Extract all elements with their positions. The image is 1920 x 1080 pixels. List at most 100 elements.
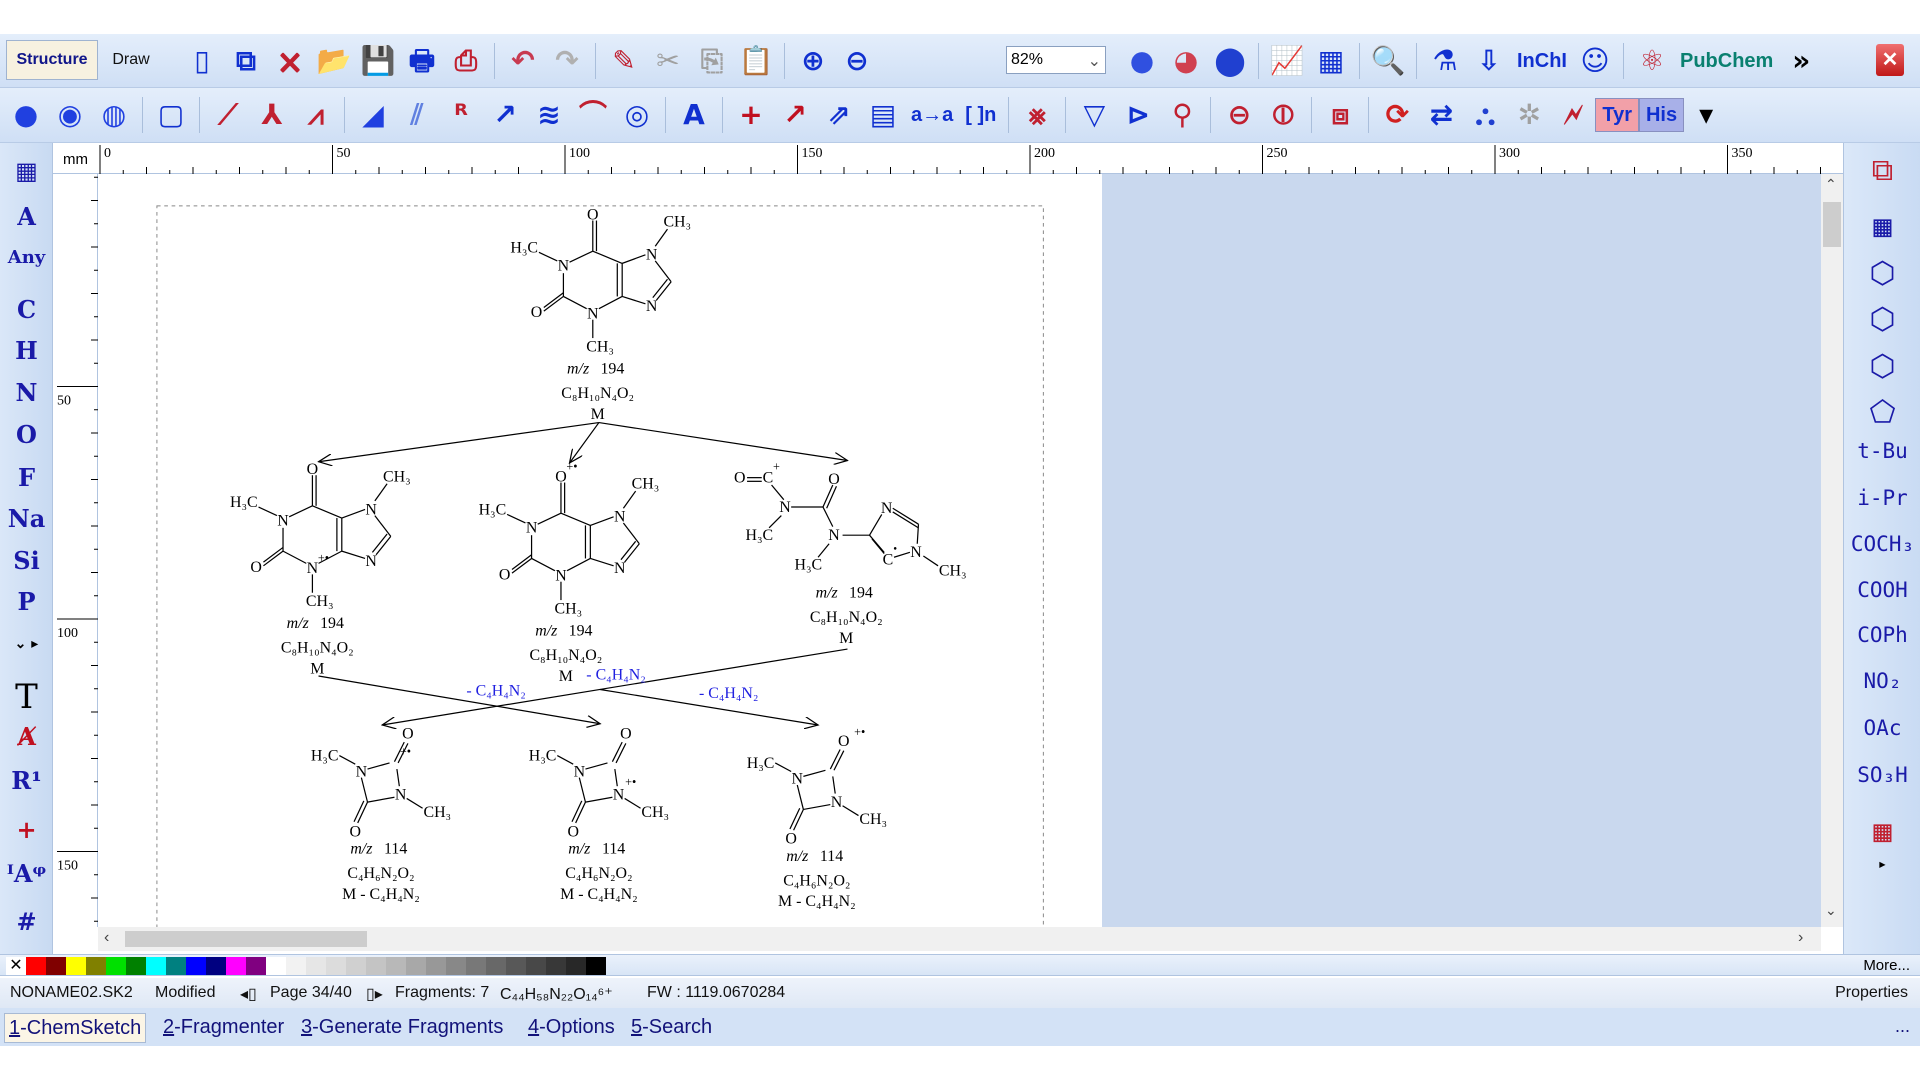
drawing-canvas[interactable]: O N O N CH₃ N CH₃ N H₃C m/z 194 C₈H₁₀N₄O₂ M O N O N CH₃ N C… (98, 174, 1821, 927)
scroll-up-icon[interactable]: ⌃ (1825, 176, 1837, 193)
tbu-group[interactable]: t-Bu (1844, 439, 1920, 463)
element-na[interactable]: Na (0, 504, 53, 533)
wedge-bond-icon[interactable]: ◢ (351, 93, 395, 137)
color-swatch[interactable] (506, 957, 526, 975)
cyclohexane-icon[interactable]: ⬡ (1844, 349, 1920, 384)
new-page-icon[interactable]: ▯ (180, 39, 224, 83)
draw-bond-icon[interactable]: ⟋ (206, 93, 250, 137)
pubchem-icon[interactable]: PubChem (1674, 39, 1779, 83)
color-swatch[interactable] (266, 957, 286, 975)
rotate-3d-y-icon[interactable]: ⦶ (1261, 93, 1305, 137)
atom-label-icon[interactable]: Ⱥ (0, 722, 53, 751)
group-icon[interactable]: ⛬ (1463, 93, 1507, 137)
3d-atoms-icon[interactable]: ◕ (1164, 39, 1208, 83)
hash-bond-icon[interactable]: ⫽ (395, 93, 439, 137)
cyclopentane-icon[interactable]: ⬠ (1844, 395, 1920, 430)
zoom-out-icon[interactable]: ⊖ (835, 39, 879, 83)
rotate-bond-icon[interactable]: ⚲ (1160, 93, 1204, 137)
horizontal-scrollbar[interactable]: ‹ › (98, 927, 1821, 951)
close-icon[interactable]: ✕ (1876, 44, 1904, 76)
undo-icon[interactable]: ↶ (501, 39, 545, 83)
charge-plus-icon[interactable]: + (0, 815, 53, 844)
element-o[interactable]: O (0, 420, 53, 449)
tautomer-icon[interactable]: ⇄ (1419, 93, 1463, 137)
smiley-icon[interactable]: ☺ (1573, 39, 1617, 83)
color-swatch[interactable] (26, 957, 46, 975)
cooh-group[interactable]: COOH (1844, 578, 1920, 602)
tab-search[interactable]: 5-Search (627, 1013, 716, 1043)
flask-icon[interactable]: ⚗ (1423, 39, 1467, 83)
select-rect-icon[interactable]: ▢ (149, 93, 193, 137)
overflow-icon[interactable]: ▾ (1684, 93, 1728, 137)
inchi-icon[interactable]: InChI (1511, 39, 1573, 83)
scroll-thumb[interactable] (125, 931, 367, 947)
flip-vertical-icon[interactable]: ▽ (1072, 93, 1116, 137)
calc-table-icon[interactable]: 🗲 (1551, 93, 1595, 137)
isotope-label-icon[interactable]: ᴵAᵠ (0, 859, 53, 888)
reaction-arrow-icon[interactable]: ↗ (773, 93, 817, 137)
benzene-icon[interactable]: ⬡ (1844, 256, 1920, 291)
color-swatch[interactable] (206, 957, 226, 975)
color-swatch[interactable] (306, 957, 326, 975)
color-swatch[interactable] (246, 957, 266, 975)
scroll-right-icon[interactable]: › (1798, 929, 1803, 947)
text-icon[interactable]: T (0, 677, 53, 717)
element-si[interactable]: Si (0, 546, 53, 575)
color-swatch[interactable] (586, 957, 606, 975)
color-swatch[interactable] (226, 957, 246, 975)
polymer-bracket-icon[interactable]: [ ]n (959, 93, 1002, 137)
properties-button[interactable]: Properties (1835, 984, 1908, 1002)
open-icon[interactable]: 📂 (312, 39, 356, 83)
coph-group[interactable]: COPh (1844, 623, 1920, 647)
tyr-button[interactable]: Tyr (1595, 98, 1639, 132)
color-swatch[interactable] (126, 957, 146, 975)
color-swatch[interactable] (106, 957, 126, 975)
reaction-table-icon[interactable]: ▤ (861, 93, 905, 137)
color-swatch[interactable] (406, 957, 426, 975)
charge-arrow-icon[interactable]: ⇗ (817, 93, 861, 137)
arrow-bond-icon[interactable]: ↗ (483, 93, 527, 137)
no-color-swatch[interactable]: ✕ (6, 957, 26, 975)
element-a[interactable]: A (0, 202, 53, 231)
color-swatch[interactable] (366, 957, 386, 975)
no2-group[interactable]: NO₂ (1844, 669, 1920, 693)
element-any[interactable]: Any (0, 247, 53, 268)
plus-icon[interactable]: + (729, 93, 773, 137)
wavy-bond-icon[interactable]: ≋ (527, 93, 571, 137)
draw-chain-icon[interactable]: ⩘ (294, 93, 338, 137)
so3h-group[interactable]: SO₃H (1844, 763, 1920, 787)
element-n[interactable]: N (0, 378, 53, 407)
tab-fragmenter[interactable]: 2-Fragmenter (159, 1013, 288, 1043)
atom-number-icon[interactable]: A (672, 93, 716, 137)
his-button[interactable]: His (1638, 98, 1685, 132)
3d-optimize-icon[interactable]: ⧈ (1318, 93, 1362, 137)
clean-icon[interactable]: ✎ (602, 39, 646, 83)
ipr-group[interactable]: i-Pr (1844, 486, 1920, 510)
cut-icon[interactable]: ✂ (646, 39, 690, 83)
color-swatch[interactable] (386, 957, 406, 975)
element-p[interactable]: P (0, 587, 53, 616)
periodic-table-icon[interactable]: ▦ (0, 156, 53, 185)
expand-right-icon[interactable]: ▸ (1844, 854, 1920, 873)
color-swatch[interactable] (326, 957, 346, 975)
search-structure-icon[interactable]: 🔍 (1366, 39, 1410, 83)
tab-generate-fragments[interactable]: 3-Generate Fragments (297, 1013, 507, 1043)
color-swatch[interactable] (186, 957, 206, 975)
rotate-icon[interactable]: ◉ (48, 93, 92, 137)
user-templates-icon[interactable]: ▦ (1844, 814, 1920, 849)
color-swatch[interactable] (66, 957, 86, 975)
expand-chevron-icon[interactable]: ⌄ ▸ (0, 636, 53, 652)
color-swatch[interactable] (446, 957, 466, 975)
color-swatch[interactable] (426, 957, 446, 975)
r-substituent-icon[interactable]: R¹ (0, 766, 53, 795)
color-swatch[interactable] (566, 957, 586, 975)
vertical-scrollbar[interactable]: ⌃ ⌄ (1821, 174, 1843, 927)
spectrum-icon[interactable]: 📈 (1265, 39, 1309, 83)
fragmentation-scheme[interactable]: ONO NCH₃NCH₃NH₃Cm/z 194C₈H₁₀N₄O₂MONO NCH₃NC… (98, 174, 1821, 927)
more-chevron-icon[interactable]: » (1779, 39, 1823, 83)
cf3-template-icon[interactable]: ▦ (1844, 209, 1920, 244)
color-swatch[interactable] (86, 957, 106, 975)
refresh-icon[interactable]: ⟳ (1375, 93, 1419, 137)
flip-horizontal-icon[interactable]: ⊳ (1116, 93, 1160, 137)
table-icon[interactable]: ▦ (1309, 39, 1353, 83)
